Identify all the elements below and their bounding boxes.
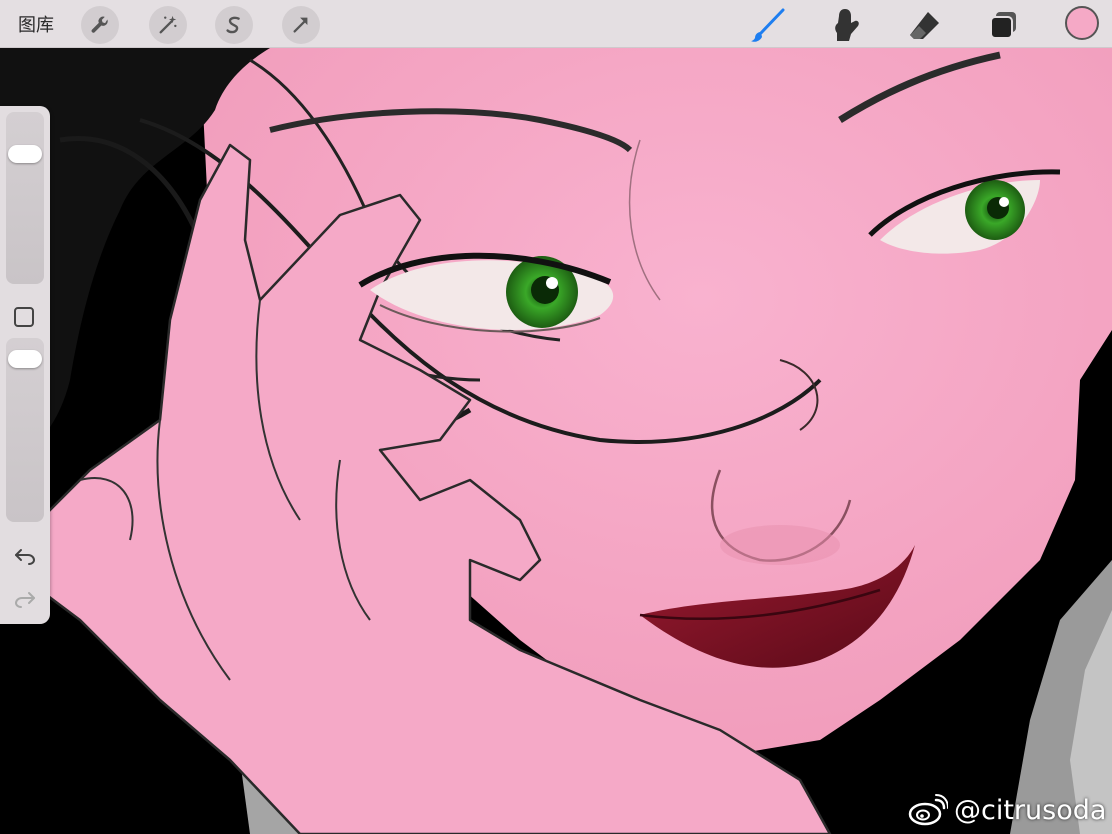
arrow-transform-icon: [293, 17, 308, 33]
color-picker-button[interactable]: [1065, 6, 1099, 40]
selection-s-icon: [226, 16, 240, 34]
actions-button[interactable]: [81, 6, 119, 44]
wrench-icon: [91, 16, 108, 33]
top-toolbar: 图库: [0, 0, 1112, 48]
transform-button[interactable]: [282, 6, 320, 44]
selection-button[interactable]: [215, 6, 253, 44]
adjustments-button[interactable]: [149, 6, 187, 44]
brush-size-slider[interactable]: [6, 112, 44, 284]
drawing-canvas[interactable]: [0, 0, 1112, 834]
brush-tool-button[interactable]: [748, 5, 788, 45]
redo-icon: [14, 592, 35, 608]
modify-button[interactable]: [14, 307, 34, 327]
watermark-text: @citrusoda: [954, 794, 1107, 826]
layers-icon: [990, 12, 1016, 39]
smudge-tool-button[interactable]: [826, 5, 866, 45]
eraser-icon: [910, 12, 939, 39]
redo-button[interactable]: [12, 588, 38, 610]
opacity-slider[interactable]: [6, 338, 44, 522]
brush-size-thumb[interactable]: [8, 145, 42, 163]
opacity-thumb[interactable]: [8, 350, 42, 368]
layers-button[interactable]: [984, 5, 1024, 45]
watermark: @citrusoda: [908, 790, 1106, 830]
brush-icon: [751, 8, 785, 42]
undo-button[interactable]: [12, 545, 38, 567]
left-sidebar: [0, 106, 50, 624]
magic-wand-icon: [159, 15, 177, 34]
eraser-tool-button[interactable]: [905, 5, 945, 45]
gallery-button[interactable]: 图库: [18, 11, 54, 37]
weibo-icon: [908, 794, 948, 826]
undo-icon: [15, 549, 36, 565]
smudge-icon: [835, 9, 859, 41]
